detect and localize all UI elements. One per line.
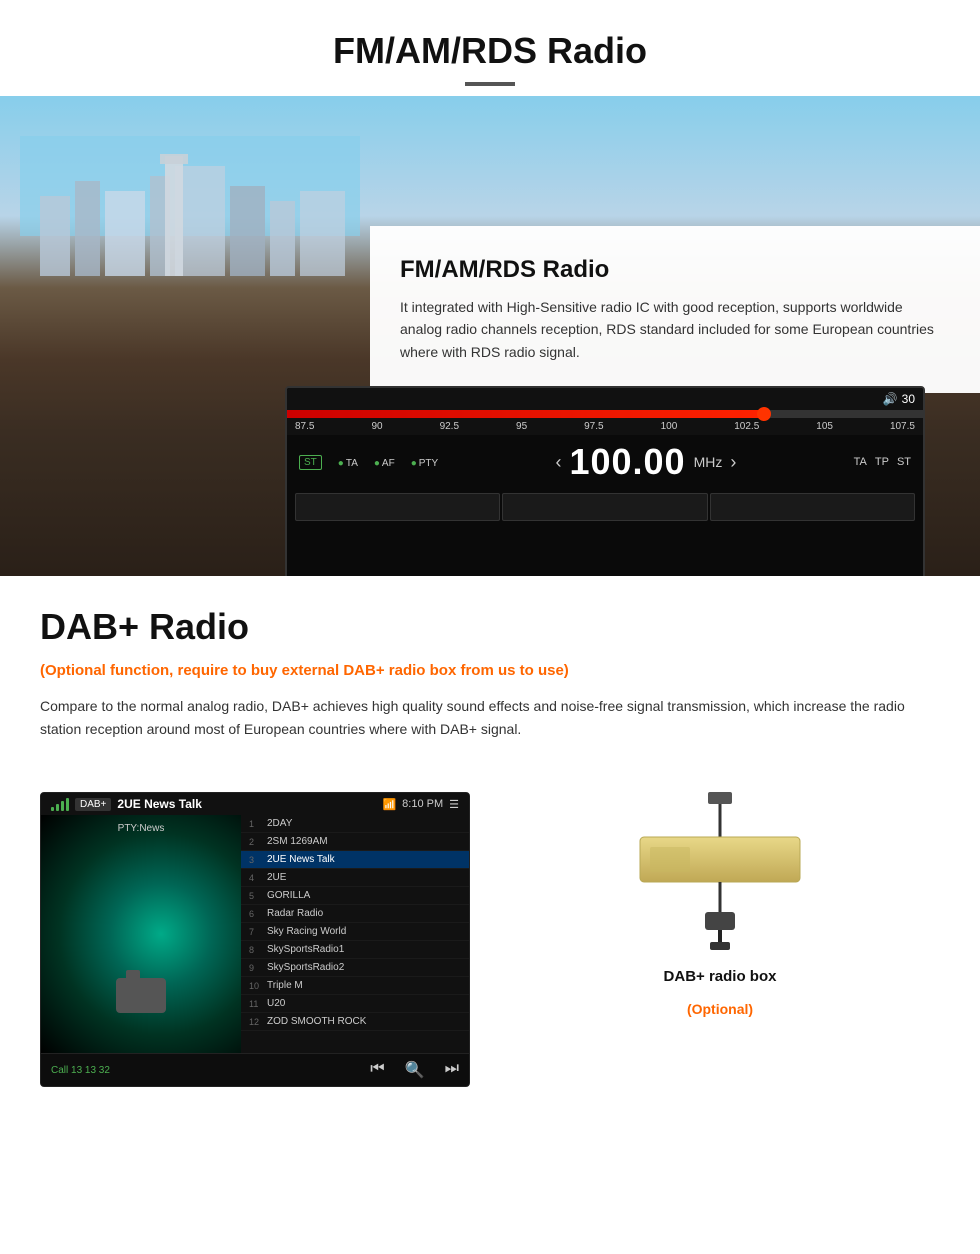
signal-bar-2 bbox=[56, 804, 59, 811]
fm-progress-fill bbox=[287, 410, 764, 418]
city-skyline bbox=[20, 136, 360, 336]
dab-station-name: 2UE News Talk bbox=[117, 797, 201, 811]
fm-pty-label[interactable]: ●PTY bbox=[411, 453, 439, 471]
signal-bars bbox=[51, 797, 69, 811]
dab-section-description: Compare to the normal analog radio, DAB+… bbox=[40, 695, 940, 743]
dab-section: DAB+ Radio (Optional function, require t… bbox=[0, 576, 980, 772]
dab-box-svg bbox=[610, 792, 830, 952]
signal-bar-1 bbox=[51, 807, 54, 811]
dab-signal-icon: 📶 bbox=[382, 798, 396, 811]
fm-screen: 🔊 30 87.5 90 92.5 95 97.5 100 102.5 105 … bbox=[285, 386, 925, 576]
fm-controls-row: ST ●TA ●AF ●PTY ‹ 100.00 MHz › TA TP ST bbox=[287, 435, 923, 489]
list-item[interactable]: 11 U20 bbox=[241, 995, 469, 1013]
title-divider bbox=[465, 82, 515, 86]
dab-bottom-row: DAB+ 2UE News Talk 📶 8:10 PM ☰ PTY:News bbox=[0, 772, 980, 1117]
fm-prev-button[interactable]: ‹ bbox=[555, 452, 561, 473]
list-item[interactable]: 1 2DAY bbox=[241, 815, 469, 833]
fm-presets-grid bbox=[287, 489, 923, 576]
list-item[interactable]: 10 Triple M bbox=[241, 977, 469, 995]
page-header: FM/AM/RDS Radio bbox=[0, 0, 980, 96]
fm-right-labels: TA TP ST bbox=[854, 456, 911, 468]
fm-frequency-scale: 87.5 90 92.5 95 97.5 100 102.5 105 107.5 bbox=[287, 418, 923, 435]
dab-top-left: DAB+ 2UE News Talk bbox=[51, 797, 202, 811]
fm-ta-right: TA bbox=[854, 456, 867, 468]
list-item-selected[interactable]: 3 2UE News Talk bbox=[241, 851, 469, 869]
fm-next-button[interactable]: › bbox=[730, 452, 736, 473]
dab-time: 8:10 PM bbox=[402, 798, 443, 810]
dab-control-buttons: ⏮ 🔍 ⏭ bbox=[370, 1060, 459, 1080]
dab-art-bg: PTY:News bbox=[41, 815, 241, 1053]
dab-content: PTY:News 1 2DAY 2 2SM 1269AM bbox=[41, 815, 469, 1053]
list-item[interactable]: 4 2UE bbox=[241, 869, 469, 887]
list-item[interactable]: 9 SkySportsRadio2 bbox=[241, 959, 469, 977]
dab-visual-art: PTY:News bbox=[41, 815, 241, 1053]
fm-af-label[interactable]: ●AF bbox=[374, 453, 395, 471]
dab-top-bar: DAB+ 2UE News Talk 📶 8:10 PM ☰ bbox=[41, 793, 469, 815]
volume-value: 30 bbox=[902, 392, 915, 406]
dab-pty-label: PTY:News bbox=[118, 823, 165, 834]
list-item[interactable]: 5 GORILLA bbox=[241, 887, 469, 905]
list-item[interactable]: 2 2SM 1269AM bbox=[241, 833, 469, 851]
list-item[interactable]: 12 ZOD SMOOTH ROCK bbox=[241, 1013, 469, 1031]
volume-icon: 🔊 bbox=[883, 392, 898, 406]
dab-station-list: 1 2DAY 2 2SM 1269AM 3 2UE News Talk 4 2U… bbox=[241, 815, 469, 1053]
signal-bar-3 bbox=[61, 801, 64, 811]
fm-section-description: It integrated with High-Sensitive radio … bbox=[400, 296, 945, 363]
fm-progress-thumb bbox=[757, 407, 771, 421]
fm-section-title: FM/AM/RDS Radio bbox=[400, 256, 945, 284]
fm-ta-label[interactable]: ●TA bbox=[338, 453, 358, 471]
dab-box-optional: (Optional) bbox=[687, 1001, 753, 1017]
dab-section-title: DAB+ Radio bbox=[40, 606, 940, 648]
fm-progress-bar[interactable] bbox=[287, 410, 923, 418]
dab-top-right: 📶 8:10 PM ☰ bbox=[382, 798, 459, 811]
fm-preset-3[interactable] bbox=[710, 493, 915, 521]
fm-preset-1[interactable] bbox=[295, 493, 500, 521]
list-item[interactable]: 6 Radar Radio bbox=[241, 905, 469, 923]
fm-frequency-value: 100.00 bbox=[569, 441, 685, 483]
fm-st-badge[interactable]: ST bbox=[299, 455, 322, 470]
hero-section: FM/AM/RDS Radio It integrated with High-… bbox=[0, 96, 980, 576]
dab-badge: DAB+ bbox=[75, 798, 111, 811]
camera-icon bbox=[116, 978, 166, 1013]
signal-bar-4 bbox=[66, 798, 69, 811]
dab-menu-icon: ☰ bbox=[449, 798, 459, 811]
dab-bottom-controls: Call 13 13 32 ⏮ 🔍 ⏭ bbox=[41, 1053, 469, 1086]
fm-st-right: ST bbox=[897, 456, 911, 468]
dab-screen: DAB+ 2UE News Talk 📶 8:10 PM ☰ PTY:News bbox=[40, 792, 470, 1087]
fm-screen-container: 🔊 30 87.5 90 92.5 95 97.5 100 102.5 105 … bbox=[285, 386, 925, 576]
dab-search-button[interactable]: 🔍 bbox=[405, 1060, 425, 1080]
dab-call-info: Call 13 13 32 bbox=[51, 1065, 110, 1076]
info-panel: FM/AM/RDS Radio It integrated with High-… bbox=[370, 226, 980, 393]
fm-frequency-display: ‹ 100.00 MHz › bbox=[454, 441, 837, 483]
dab-box-image bbox=[610, 792, 830, 952]
list-item[interactable]: 8 SkySportsRadio1 bbox=[241, 941, 469, 959]
fm-frequency-unit: MHz bbox=[694, 454, 723, 470]
page-title: FM/AM/RDS Radio bbox=[20, 30, 960, 72]
dab-next-button[interactable]: ⏭ bbox=[445, 1060, 459, 1080]
fm-top-bar: 🔊 30 bbox=[287, 388, 923, 410]
dab-prev-button[interactable]: ⏮ bbox=[370, 1060, 384, 1080]
fm-tp-right: TP bbox=[875, 456, 889, 468]
list-item[interactable]: 7 Sky Racing World bbox=[241, 923, 469, 941]
dab-box-wrap: DAB+ radio box (Optional) bbox=[500, 792, 940, 1017]
fm-preset-2[interactable] bbox=[502, 493, 707, 521]
dab-box-label: DAB+ radio box bbox=[664, 968, 777, 985]
dab-optional-note: (Optional function, require to buy exter… bbox=[40, 660, 940, 683]
dab-screen-wrap: DAB+ 2UE News Talk 📶 8:10 PM ☰ PTY:News bbox=[40, 792, 470, 1087]
